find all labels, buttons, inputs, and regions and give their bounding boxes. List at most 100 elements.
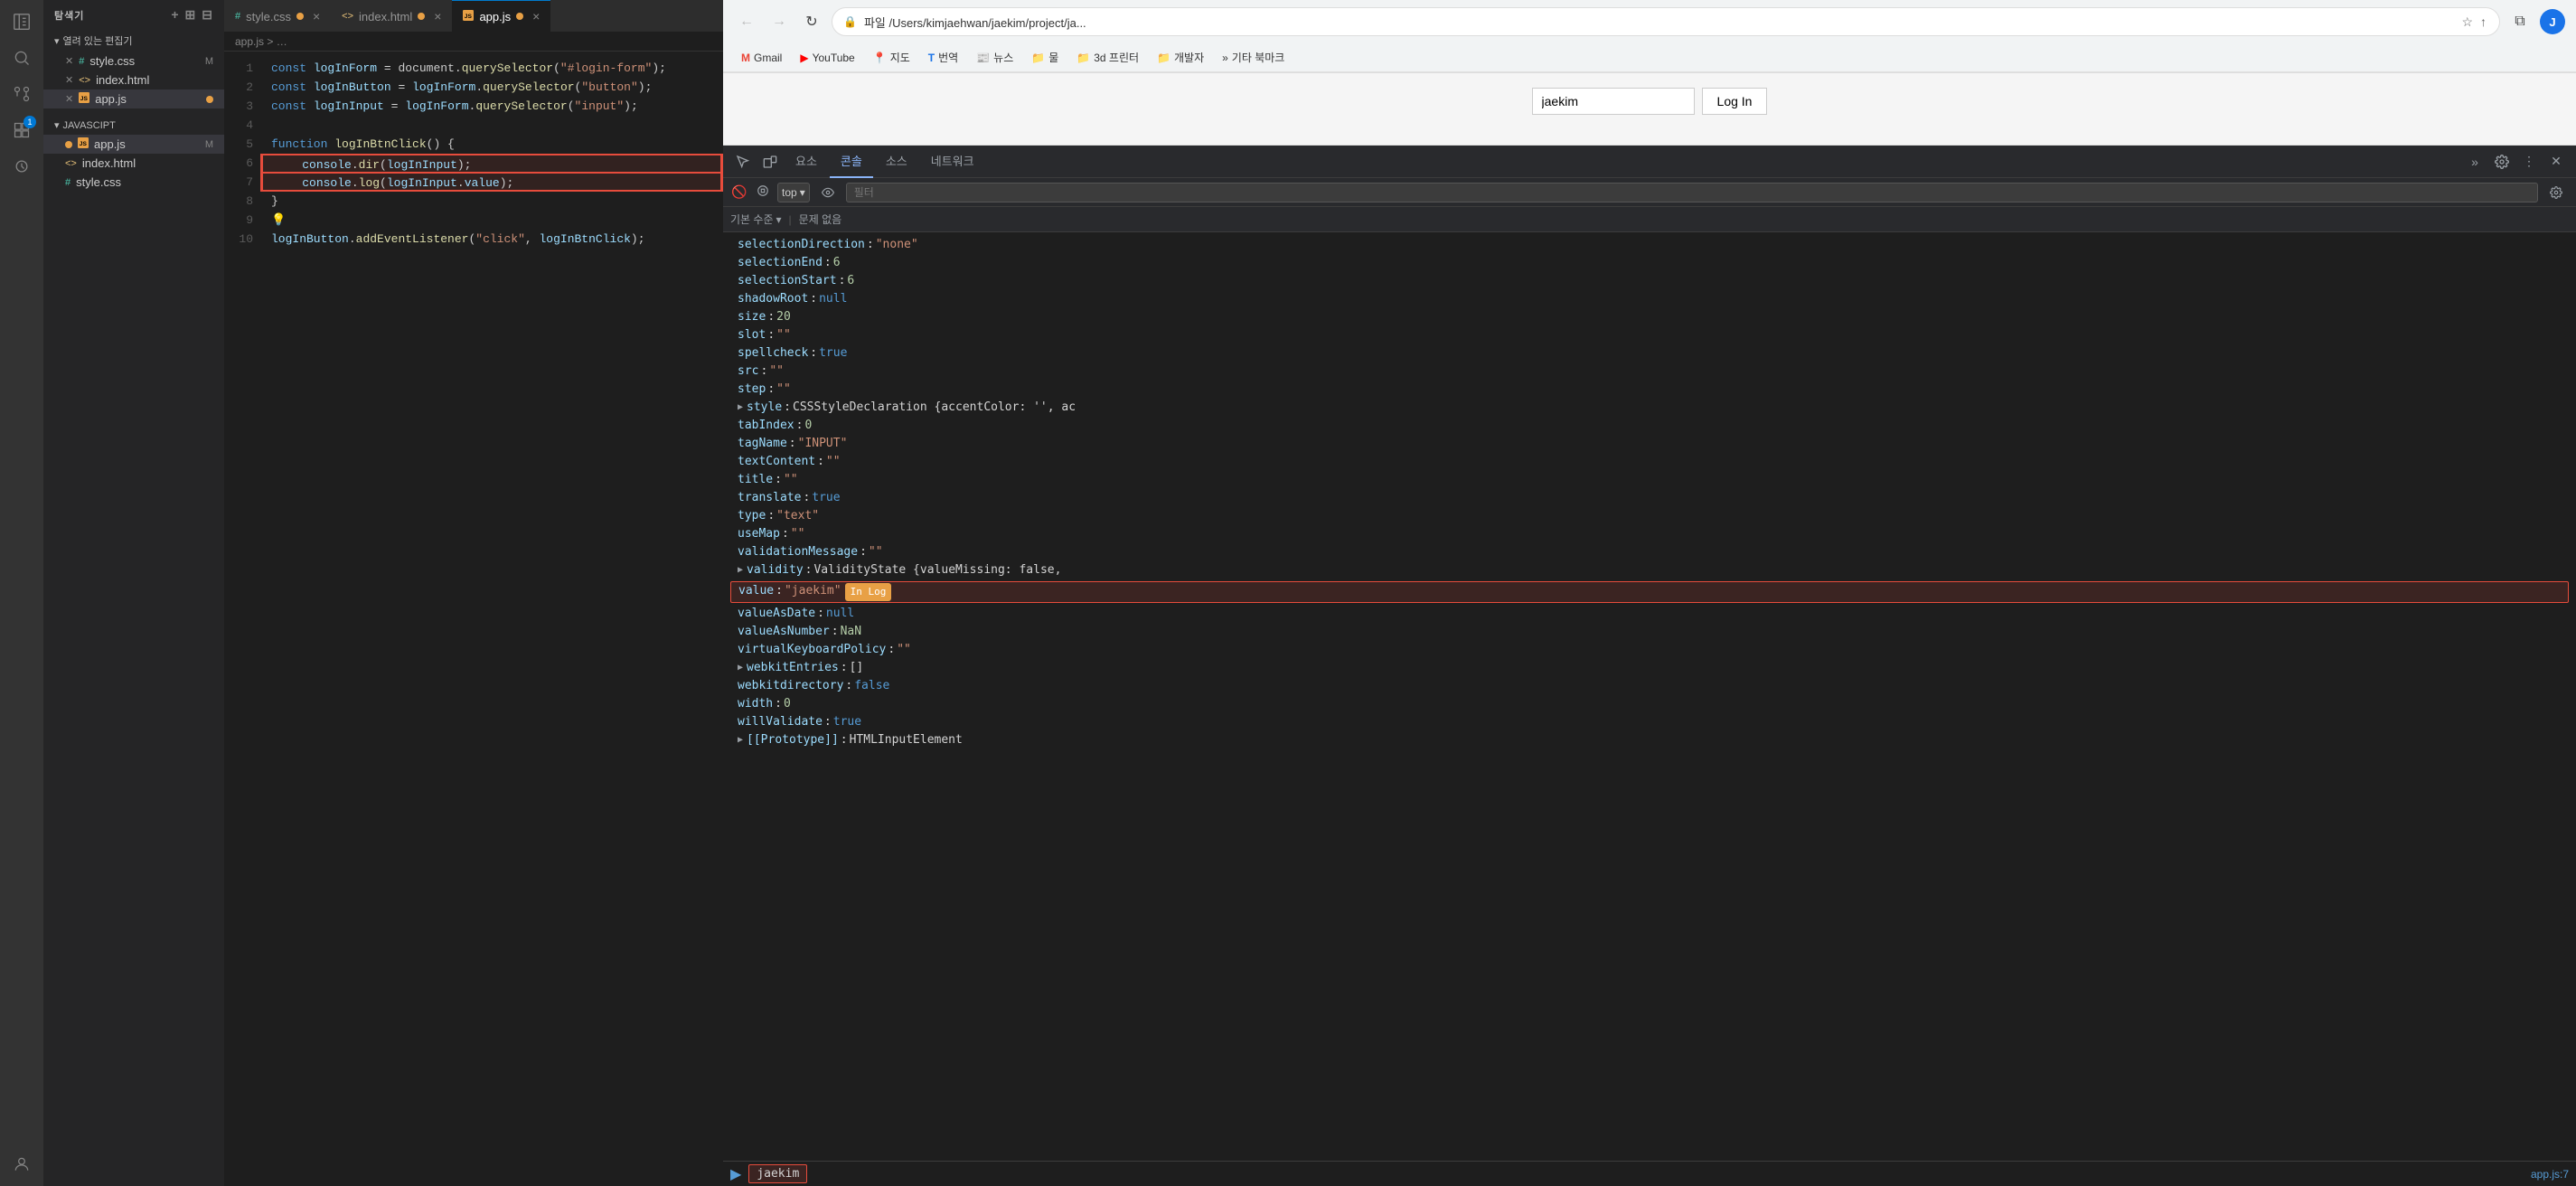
devtools-close-icon[interactable]: ✕: [2543, 149, 2569, 174]
tab-close-icon[interactable]: ×: [532, 9, 540, 24]
console-output[interactable]: selectionDirection: "none" selectionEnd:…: [723, 232, 2576, 1161]
bookmark-3dprinter[interactable]: 📁 3d 프린터: [1069, 47, 1146, 68]
prop-validity[interactable]: ▶ validity: ValidityState {valueMissing:…: [723, 561, 2576, 579]
extensions-icon[interactable]: ⧉: [2507, 9, 2533, 34]
bookmark-news[interactable]: 📰 뉴스: [969, 47, 1020, 68]
address-bar[interactable]: 🔒 파일 /Users/kimjaehwan/jaekim/project/ja…: [832, 7, 2500, 36]
collapse-icon[interactable]: ⊟: [202, 7, 213, 23]
log-level-button[interactable]: 기본 수준 ▾: [730, 212, 782, 227]
explorer-icon[interactable]: [7, 7, 36, 36]
console-eye-icon[interactable]: [815, 180, 841, 205]
devtools-tab-sources[interactable]: 소스: [875, 146, 918, 178]
console-settings-icon[interactable]: [2543, 180, 2569, 205]
code-line-2: const logInButton = logInForm.querySelec…: [271, 78, 723, 97]
lock-icon: 🔒: [843, 15, 857, 28]
activity-bar: [0, 0, 43, 1186]
prop-prototype[interactable]: ▶ [[Prototype]]: HTMLInputElement: [723, 731, 2576, 749]
bookmark-gmail[interactable]: M Gmail: [734, 49, 789, 67]
open-editors-section[interactable]: ▾ 열려 있는 편집기: [43, 30, 224, 52]
devtools-tab-console[interactable]: 콘솔: [830, 146, 873, 178]
inspect-icon[interactable]: [730, 149, 756, 174]
file-type-icon: JS: [78, 137, 89, 151]
device-toggle-icon[interactable]: [757, 149, 783, 174]
modified-dot: [296, 13, 304, 20]
address-bar-actions: ☆ ↑: [2459, 13, 2488, 32]
login-button[interactable]: Log In: [1702, 88, 1768, 115]
profile-icon[interactable]: J: [2540, 9, 2565, 34]
bookmark-label: 뉴스: [993, 50, 1013, 65]
tab-app-js[interactable]: JS app.js ×: [452, 0, 550, 32]
bookmark-translate[interactable]: T 번역: [921, 47, 965, 68]
url-text: 파일 /Users/kimjaehwan/jaekim/project/ja..…: [864, 14, 2452, 31]
browser-chrome: ← → ↻ 🔒 파일 /Users/kimjaehwan/jaekim/proj…: [723, 0, 2576, 73]
devtools-tab-network[interactable]: 네트워크: [920, 146, 985, 178]
modified-dot: [418, 13, 425, 20]
tab-style-css[interactable]: # style.css ×: [224, 0, 331, 32]
prop-textContent: textContent: "": [723, 453, 2576, 471]
prop-willValidate: willValidate: true: [723, 713, 2576, 731]
devtools-more-icon[interactable]: »: [2462, 149, 2487, 174]
bookmark-more[interactable]: » 기타 북마크: [1215, 47, 1292, 68]
devtools-tab-elements[interactable]: 요소: [785, 146, 828, 178]
code-line-3: const logInInput = logInForm.querySelect…: [271, 97, 723, 116]
bookmark-label: 물: [1048, 50, 1058, 65]
sidebar-item-index-html[interactable]: ✕ <> index.html: [43, 71, 224, 89]
console-toolbar: 🚫 top ▾: [723, 178, 2576, 207]
console-file-ref[interactable]: app.js:7: [2531, 1168, 2569, 1181]
bookmark-star-icon[interactable]: ☆: [2459, 13, 2475, 32]
javascript-section[interactable]: ▾ JAVASCIPT: [43, 116, 224, 135]
source-control-icon[interactable]: [7, 80, 36, 108]
forward-button[interactable]: →: [766, 9, 792, 34]
prop-style[interactable]: ▶ style: CSSStyleDeclaration {accentColo…: [723, 399, 2576, 417]
close-icon[interactable]: ✕: [65, 55, 73, 67]
section-label: JAVASCIPT: [63, 120, 116, 131]
bookmark-youtube[interactable]: ▶ YouTube: [793, 49, 861, 67]
tab-index-html[interactable]: <> index.html ×: [331, 0, 452, 32]
code-content[interactable]: const logInForm = document.querySelector…: [260, 52, 723, 1186]
prop-webkitEntries[interactable]: ▶ webkitEntries: []: [723, 659, 2576, 677]
devtools-settings-icon[interactable]: [2489, 149, 2515, 174]
debug-icon[interactable]: [7, 152, 36, 181]
close-icon[interactable]: ✕: [65, 74, 73, 86]
sidebar-item-style-css[interactable]: ✕ # style.css M: [43, 52, 224, 71]
project-app-js[interactable]: JS app.js M: [43, 135, 224, 154]
chevron-down-icon: ▾: [54, 35, 60, 47]
reload-button[interactable]: ↻: [799, 9, 824, 34]
share-icon[interactable]: ↑: [2478, 13, 2488, 32]
vscode-panel: 탐색기 + ⊞ ⊟ ▾ 열려 있는 편집기 ✕ # style.css M ✕ …: [0, 0, 723, 1186]
login-input[interactable]: [1532, 88, 1695, 115]
code-area[interactable]: 1 2 3 4 5 6 7 8 9 10 const logInForm = d…: [224, 52, 723, 1186]
console-filter-input[interactable]: [846, 183, 2538, 202]
file-type-icon: JS: [79, 92, 89, 106]
file-name: index.html: [96, 73, 149, 87]
prop-size: size: 20: [723, 308, 2576, 326]
bookmark-developer[interactable]: 📁 개발자: [1150, 47, 1211, 68]
code-line-6: console.dir(logInInput);: [260, 154, 723, 173]
prop-validationMessage: validationMessage: "": [723, 543, 2576, 561]
search-icon[interactable]: [7, 43, 36, 72]
bookmark-label: Gmail: [754, 52, 782, 64]
console-stop-icon[interactable]: [754, 184, 772, 202]
new-file-icon[interactable]: +: [171, 7, 179, 23]
console-log-output: jaekim: [748, 1164, 807, 1183]
bookmark-folder1[interactable]: 📁 물: [1024, 47, 1066, 68]
modified-dot: [516, 13, 523, 20]
project-style-css[interactable]: # style.css: [43, 173, 224, 192]
youtube-icon: ▶: [800, 52, 808, 64]
breadcrumb-text: app.js > …: [235, 35, 287, 48]
bookmark-maps[interactable]: 📍 지도: [866, 47, 917, 68]
extensions-icon[interactable]: [7, 116, 36, 145]
devtools: 요소 콘솔 소스 네트워크 » ⋮: [723, 146, 2576, 1186]
devtools-more-dots-icon[interactable]: ⋮: [2516, 149, 2542, 174]
close-icon[interactable]: ✕: [65, 93, 73, 105]
project-index-html[interactable]: <> index.html: [43, 154, 224, 173]
prop-title: title: "": [723, 471, 2576, 489]
sidebar-item-app-js[interactable]: ✕ JS app.js: [43, 89, 224, 108]
console-context-selector[interactable]: top ▾: [777, 183, 810, 202]
remote-icon[interactable]: [7, 1150, 36, 1179]
console-clear-icon[interactable]: 🚫: [730, 184, 748, 202]
tab-close-icon[interactable]: ×: [313, 9, 320, 24]
tab-close-icon[interactable]: ×: [434, 9, 441, 24]
back-button[interactable]: ←: [734, 9, 759, 34]
new-folder-icon[interactable]: ⊞: [185, 7, 197, 23]
